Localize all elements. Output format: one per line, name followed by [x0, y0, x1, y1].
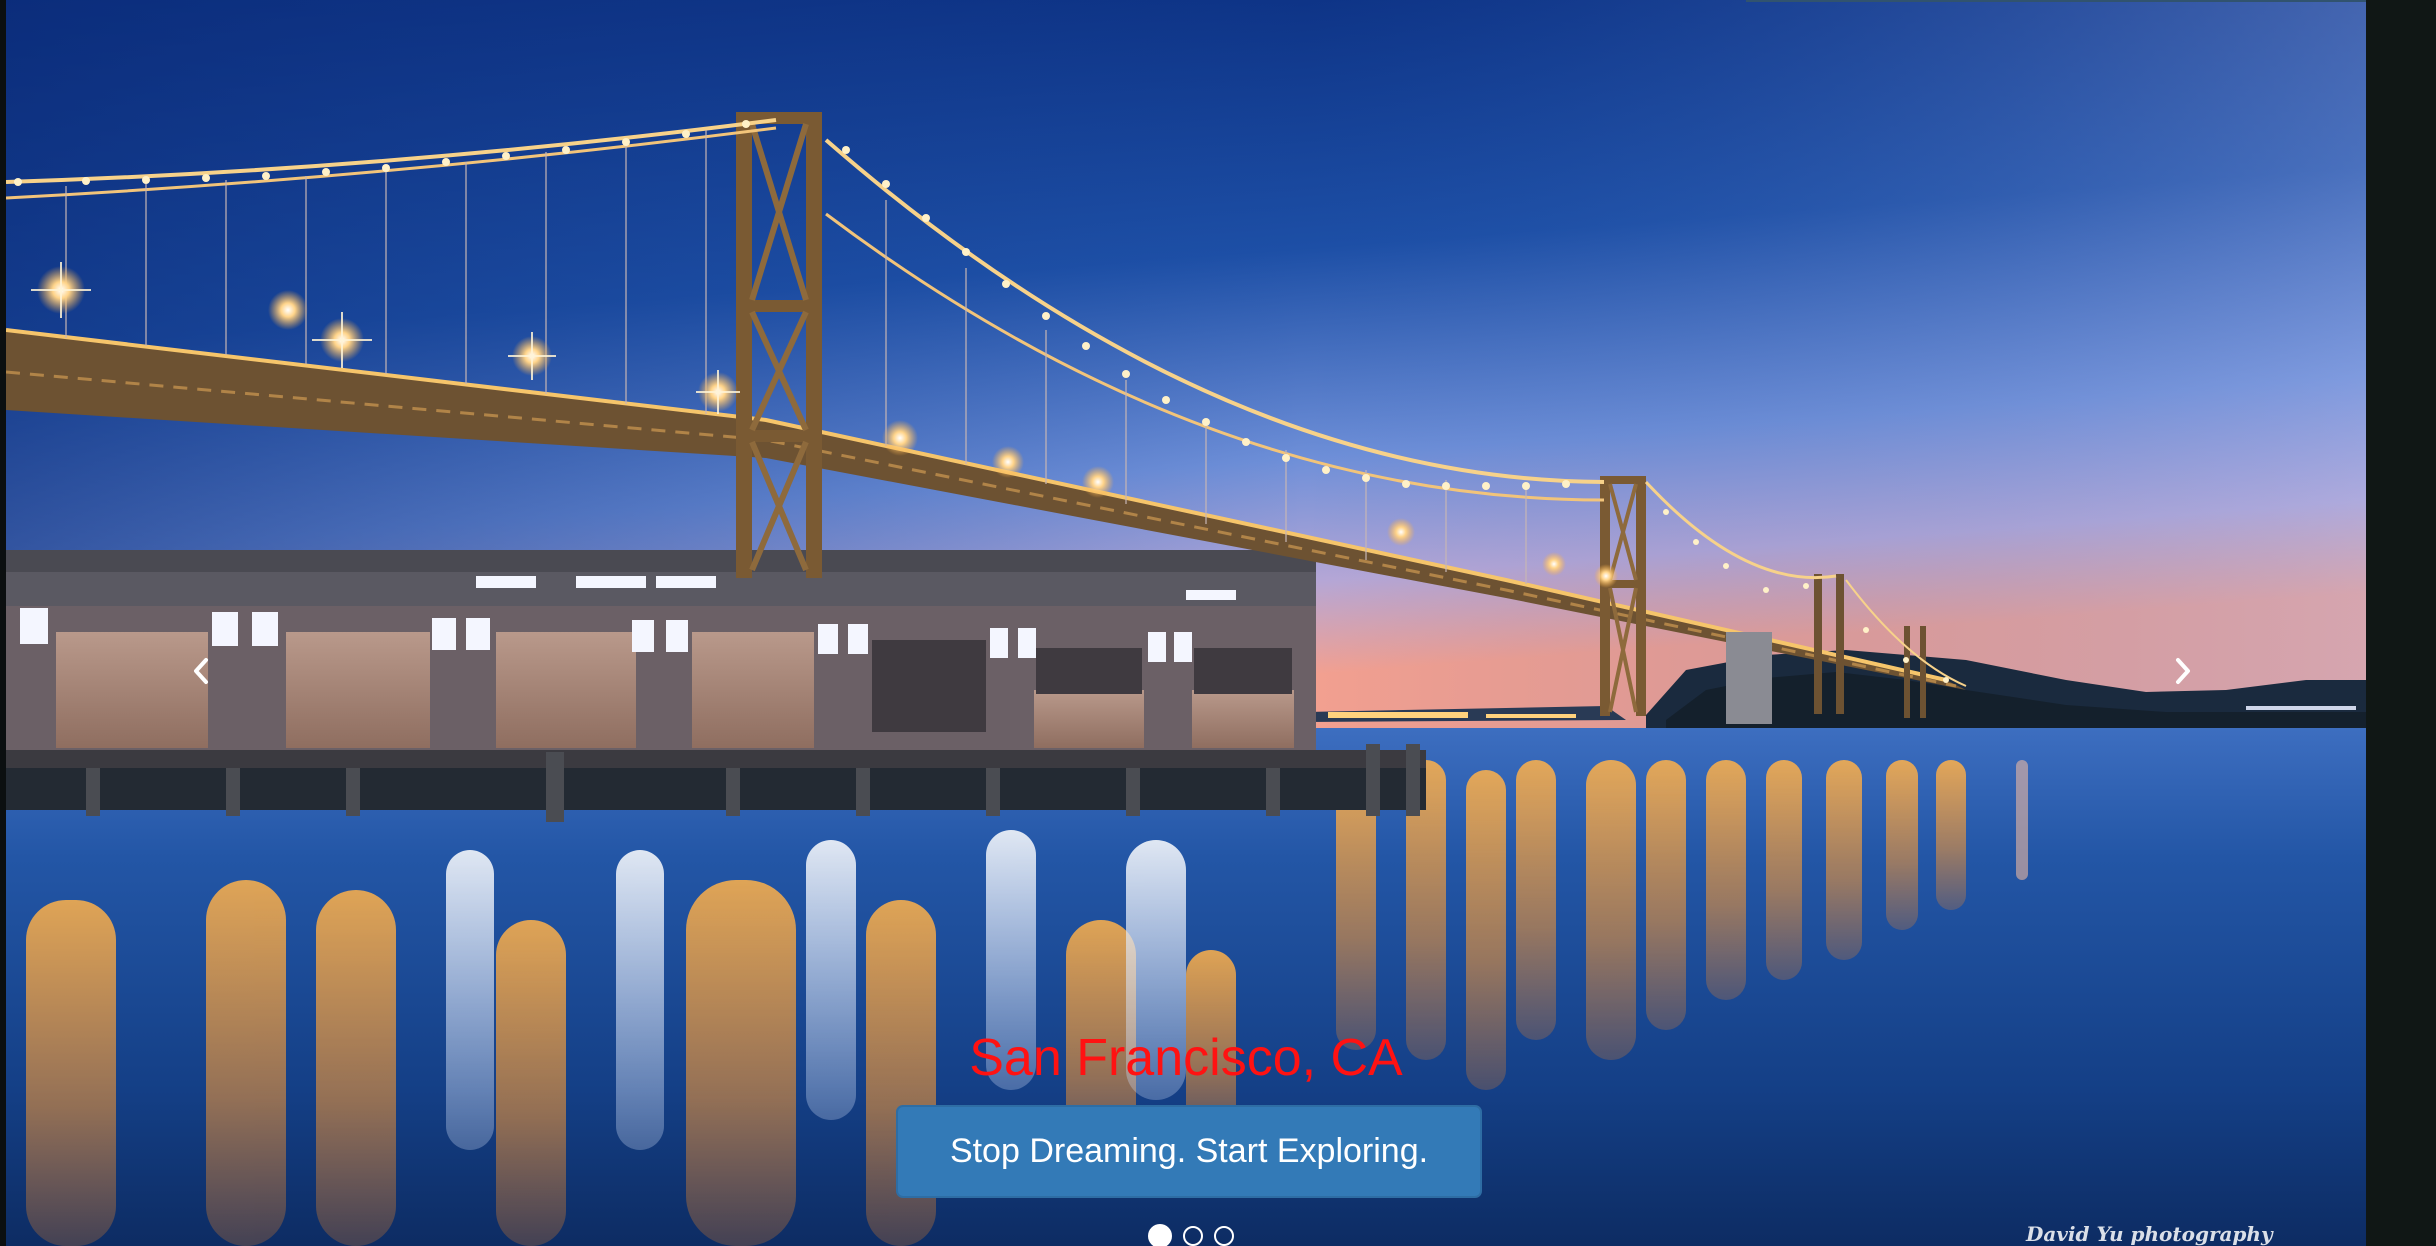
chevron-left-icon	[192, 657, 210, 685]
photo-credit-watermark: David Yu photography	[2026, 1222, 2273, 1246]
carousel-indicator-3[interactable]	[1214, 1226, 1234, 1246]
hero-carousel: San Francisco, CA Stop Dreaming. Start E…	[6, 0, 2366, 1246]
page: San Francisco, CA Stop Dreaming. Start E…	[0, 0, 2436, 1246]
carousel-indicators	[1148, 1224, 1238, 1246]
top-edge-line	[1746, 0, 2366, 2]
carousel-indicator-1[interactable]	[1148, 1224, 1172, 1246]
right-edge	[2366, 0, 2436, 1246]
carousel-indicator-2[interactable]	[1183, 1226, 1203, 1246]
carousel-next-control[interactable]	[2166, 650, 2200, 692]
carousel-prev-control[interactable]	[184, 650, 218, 692]
slide-title: San Francisco, CA	[969, 1029, 1403, 1087]
chevron-right-icon	[2174, 657, 2192, 685]
start-exploring-button[interactable]: Stop Dreaming. Start Exploring.	[896, 1105, 1482, 1198]
